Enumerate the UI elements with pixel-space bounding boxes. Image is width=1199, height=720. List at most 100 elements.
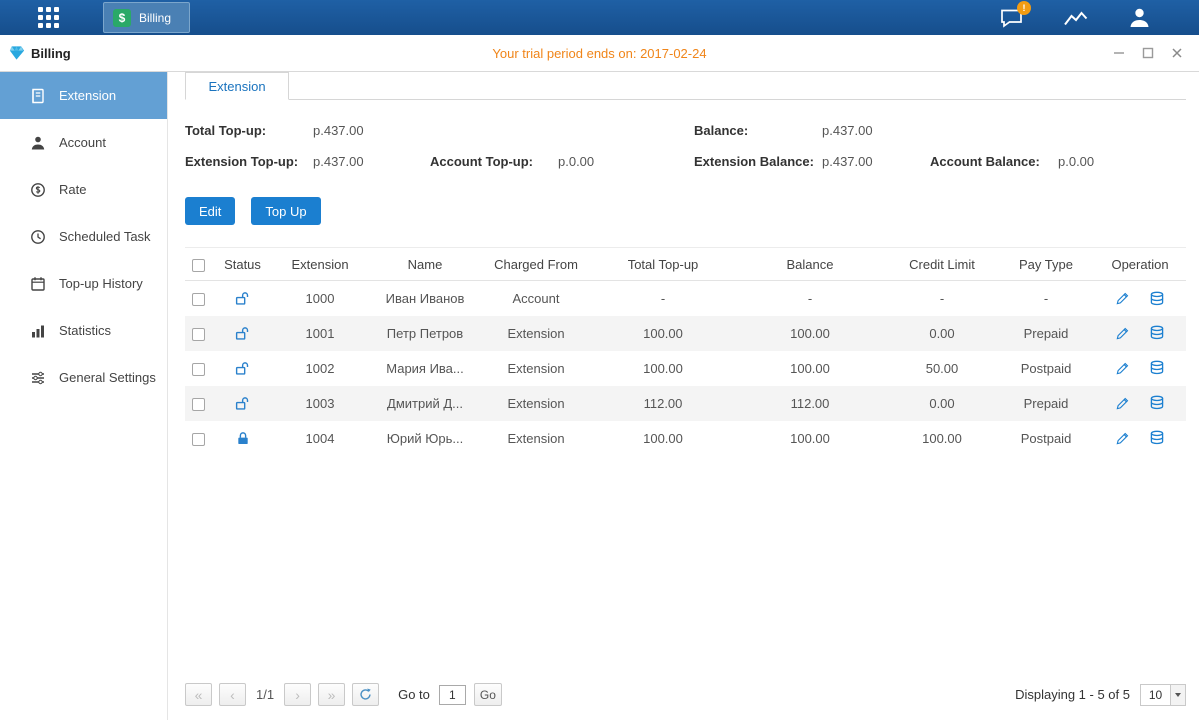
status-lock-icon[interactable] bbox=[235, 361, 251, 376]
account-balance-label: Account Balance: bbox=[930, 154, 1058, 169]
name-cell: Петр Петров bbox=[370, 316, 480, 351]
extension-cell: 1004 bbox=[270, 421, 370, 456]
window-title-text: Billing bbox=[31, 46, 71, 61]
top-up-button[interactable]: Top Up bbox=[251, 197, 320, 225]
row-checkbox[interactable] bbox=[192, 293, 205, 306]
edit-pencil-icon[interactable] bbox=[1115, 291, 1130, 306]
window-controls bbox=[1109, 43, 1187, 63]
account-topup-value: p.0.00 bbox=[558, 154, 594, 169]
credit-limit-cell: 100.00 bbox=[886, 421, 998, 456]
rate-coin-icon bbox=[30, 182, 46, 198]
table-row[interactable]: 1003 Дмитрий Д... Extension 112.00 112.0… bbox=[185, 386, 1186, 421]
sidebar-item-general-settings[interactable]: General Settings bbox=[0, 354, 167, 401]
sidebar-item-label: Statistics bbox=[59, 323, 111, 338]
sidebar-item-account[interactable]: Account bbox=[0, 119, 167, 166]
total-topup-cell: 100.00 bbox=[592, 351, 734, 386]
last-page-button[interactable]: » bbox=[318, 683, 345, 706]
charged-from-cell: Extension bbox=[480, 421, 592, 456]
sidebar-item-extension[interactable]: Extension bbox=[0, 72, 167, 119]
column-header-charged-from: Charged From bbox=[480, 248, 592, 281]
main-content: Extension Total Top-up: p.437.00 Balance… bbox=[168, 72, 1199, 720]
extension-cell: 1001 bbox=[270, 316, 370, 351]
status-lock-icon[interactable] bbox=[235, 326, 251, 341]
extension-cell: 1000 bbox=[270, 281, 370, 316]
page-indicator: 1/1 bbox=[256, 687, 274, 702]
balance-cell: 100.00 bbox=[734, 421, 886, 456]
messages-icon[interactable]: ! bbox=[1000, 8, 1023, 28]
pay-type-cell: Postpaid bbox=[998, 351, 1094, 386]
row-checkbox[interactable] bbox=[192, 398, 205, 411]
clock-icon bbox=[30, 229, 46, 245]
sidebar-item-statistics[interactable]: Statistics bbox=[0, 307, 167, 354]
name-cell: Юрий Юрь... bbox=[370, 421, 480, 456]
billing-diamond-icon bbox=[8, 45, 25, 61]
table-row[interactable]: 1002 Мария Ива... Extension 100.00 100.0… bbox=[185, 351, 1186, 386]
apps-grid-icon[interactable] bbox=[38, 7, 59, 28]
status-lock-icon[interactable] bbox=[235, 291, 251, 306]
tab-strip: Extension bbox=[185, 72, 1186, 100]
column-header-balance: Balance bbox=[734, 248, 886, 281]
topup-coins-icon[interactable] bbox=[1149, 395, 1165, 411]
edit-pencil-icon[interactable] bbox=[1115, 326, 1130, 341]
edit-button[interactable]: Edit bbox=[185, 197, 235, 225]
table-row[interactable]: 1001 Петр Петров Extension 100.00 100.00… bbox=[185, 316, 1186, 351]
table-row[interactable]: 1004 Юрий Юрь... Extension 100.00 100.00… bbox=[185, 421, 1186, 456]
sidebar-item-label: Rate bbox=[59, 182, 86, 197]
column-header-pay-type: Pay Type bbox=[998, 248, 1094, 281]
calendar-icon bbox=[30, 276, 46, 292]
status-lock-icon[interactable] bbox=[235, 431, 251, 446]
next-page-button[interactable]: › bbox=[284, 683, 311, 706]
refresh-icon[interactable] bbox=[352, 683, 379, 706]
name-cell: Дмитрий Д... bbox=[370, 386, 480, 421]
extension-topup-value: p.437.00 bbox=[313, 154, 364, 169]
row-checkbox[interactable] bbox=[192, 363, 205, 376]
sidebar-item-scheduled-task[interactable]: Scheduled Task bbox=[0, 213, 167, 260]
topbar: $ Billing ! bbox=[0, 0, 1199, 35]
topup-coins-icon[interactable] bbox=[1149, 325, 1165, 341]
sidebar: Extension Account Rate Scheduled Task To… bbox=[0, 72, 168, 720]
topbar-billing-tab[interactable]: $ Billing bbox=[103, 2, 190, 33]
credit-limit-cell: 0.00 bbox=[886, 386, 998, 421]
edit-pencil-icon[interactable] bbox=[1115, 361, 1130, 376]
prev-page-button[interactable]: ‹ bbox=[219, 683, 246, 706]
balance-summary: Total Top-up: p.437.00 Balance: p.437.00… bbox=[185, 115, 1186, 177]
topup-coins-icon[interactable] bbox=[1149, 430, 1165, 446]
select-all-checkbox[interactable] bbox=[192, 259, 205, 272]
first-page-button[interactable]: « bbox=[185, 683, 212, 706]
sidebar-item-topup-history[interactable]: Top-up History bbox=[0, 260, 167, 307]
billing-app-icon: $ bbox=[113, 9, 131, 27]
topup-coins-icon[interactable] bbox=[1149, 360, 1165, 376]
sidebar-item-label: Top-up History bbox=[59, 276, 143, 291]
status-lock-icon[interactable] bbox=[235, 396, 251, 411]
minimize-button[interactable] bbox=[1109, 43, 1129, 63]
edit-pencil-icon[interactable] bbox=[1115, 396, 1130, 411]
total-topup-label: Total Top-up: bbox=[185, 123, 313, 138]
row-checkbox[interactable] bbox=[192, 433, 205, 446]
sidebar-item-rate[interactable]: Rate bbox=[0, 166, 167, 213]
balance-cell: 100.00 bbox=[734, 316, 886, 351]
sidebar-item-label: Extension bbox=[59, 88, 116, 103]
trial-period-notice: Your trial period ends on: 2017-02-24 bbox=[0, 46, 1199, 61]
tab-extension[interactable]: Extension bbox=[185, 72, 289, 100]
credit-limit-cell: - bbox=[886, 281, 998, 316]
total-topup-field: Total Top-up: p.437.00 bbox=[185, 115, 430, 146]
page-size-select[interactable]: 10 bbox=[1140, 684, 1186, 706]
edit-pencil-icon[interactable] bbox=[1115, 431, 1130, 446]
name-cell: Иван Иванов bbox=[370, 281, 480, 316]
goto-page-input[interactable] bbox=[439, 685, 466, 705]
account-balance-value: p.0.00 bbox=[1058, 154, 1094, 169]
row-checkbox[interactable] bbox=[192, 328, 205, 341]
settings-sliders-icon bbox=[30, 370, 46, 386]
displaying-range-text: Displaying 1 - 5 of 5 bbox=[1015, 687, 1130, 702]
user-menu-icon[interactable] bbox=[1128, 7, 1151, 28]
reports-chart-icon[interactable] bbox=[1063, 8, 1088, 27]
topup-coins-icon[interactable] bbox=[1149, 291, 1165, 307]
maximize-button[interactable] bbox=[1138, 43, 1158, 63]
balance-cell: 100.00 bbox=[734, 351, 886, 386]
action-buttons: Edit Top Up bbox=[185, 197, 1186, 225]
close-button[interactable] bbox=[1167, 43, 1187, 63]
go-button[interactable]: Go bbox=[474, 683, 502, 706]
column-header-credit-limit: Credit Limit bbox=[886, 248, 998, 281]
table-row[interactable]: 1000 Иван Иванов Account - - - - bbox=[185, 281, 1186, 316]
pay-type-cell: Prepaid bbox=[998, 386, 1094, 421]
